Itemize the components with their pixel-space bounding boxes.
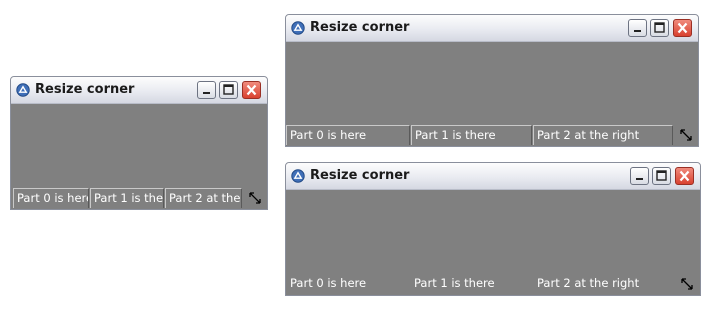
maximize-icon xyxy=(656,170,667,181)
status-part-2: Part 2 at the right xyxy=(165,188,242,208)
status-part-1: Part 1 is there xyxy=(411,125,532,145)
window-title: Resize corner xyxy=(310,168,410,183)
status-part-1: Part 1 is there xyxy=(414,276,495,290)
status-part-0: Part 0 is here xyxy=(13,188,89,208)
minimize-button[interactable] xyxy=(630,167,649,185)
client-area: Part 0 is here Part 1 is there Part 2 at… xyxy=(286,190,700,295)
status-part-0: Part 0 is here xyxy=(290,276,367,290)
maximize-button[interactable] xyxy=(652,167,671,185)
title-bar[interactable]: Resize corner xyxy=(286,163,700,190)
close-button[interactable] xyxy=(675,167,694,185)
close-button[interactable] xyxy=(673,19,692,37)
status-bar: Part 0 is here Part 1 is there Part 2 at… xyxy=(286,125,698,146)
window-small[interactable]: Resize corner Part 0 is here Part 1 is t… xyxy=(10,76,268,210)
status-part-2: Part 2 at the right xyxy=(533,125,673,145)
title-bar[interactable]: Resize corner xyxy=(286,15,698,42)
resize-grip-icon[interactable] xyxy=(678,127,694,143)
status-bar: Part 0 is here Part 1 is there Part 2 at… xyxy=(11,188,267,209)
close-icon xyxy=(677,22,688,34)
close-icon xyxy=(679,170,690,182)
minimize-button[interactable] xyxy=(628,19,647,37)
maximize-button[interactable] xyxy=(650,19,669,37)
maximize-icon xyxy=(223,84,234,95)
close-button[interactable] xyxy=(242,81,261,99)
minimize-icon xyxy=(636,178,643,180)
resize-grip-icon[interactable] xyxy=(247,190,263,206)
title-bar[interactable]: Resize corner xyxy=(11,77,267,104)
app-logo-icon xyxy=(291,21,305,35)
window-title: Resize corner xyxy=(35,82,135,97)
client-area: Part 0 is here Part 1 is there Part 2 at… xyxy=(11,104,267,209)
app-logo-icon xyxy=(16,83,30,97)
minimize-button[interactable] xyxy=(197,81,216,99)
close-icon xyxy=(246,84,257,96)
maximize-button[interactable] xyxy=(219,81,238,99)
client-area: Part 0 is here Part 1 is there Part 2 at… xyxy=(286,42,698,146)
app-logo-icon xyxy=(291,169,305,183)
maximize-icon xyxy=(654,22,665,33)
minimize-icon xyxy=(203,92,210,94)
resize-grip-icon[interactable] xyxy=(679,276,695,292)
window-bottom[interactable]: Resize corner Part 0 is here Part 1 is t… xyxy=(285,162,701,296)
status-part-1: Part 1 is there xyxy=(90,188,164,208)
status-part-0: Part 0 is here xyxy=(286,125,410,145)
window-top[interactable]: Resize corner Part 0 is here Part 1 is t… xyxy=(285,14,699,147)
minimize-icon xyxy=(634,30,641,32)
window-title: Resize corner xyxy=(310,20,410,35)
status-part-2: Part 2 at the right xyxy=(537,276,640,290)
status-bar: Part 0 is here Part 1 is there Part 2 at… xyxy=(286,274,700,295)
